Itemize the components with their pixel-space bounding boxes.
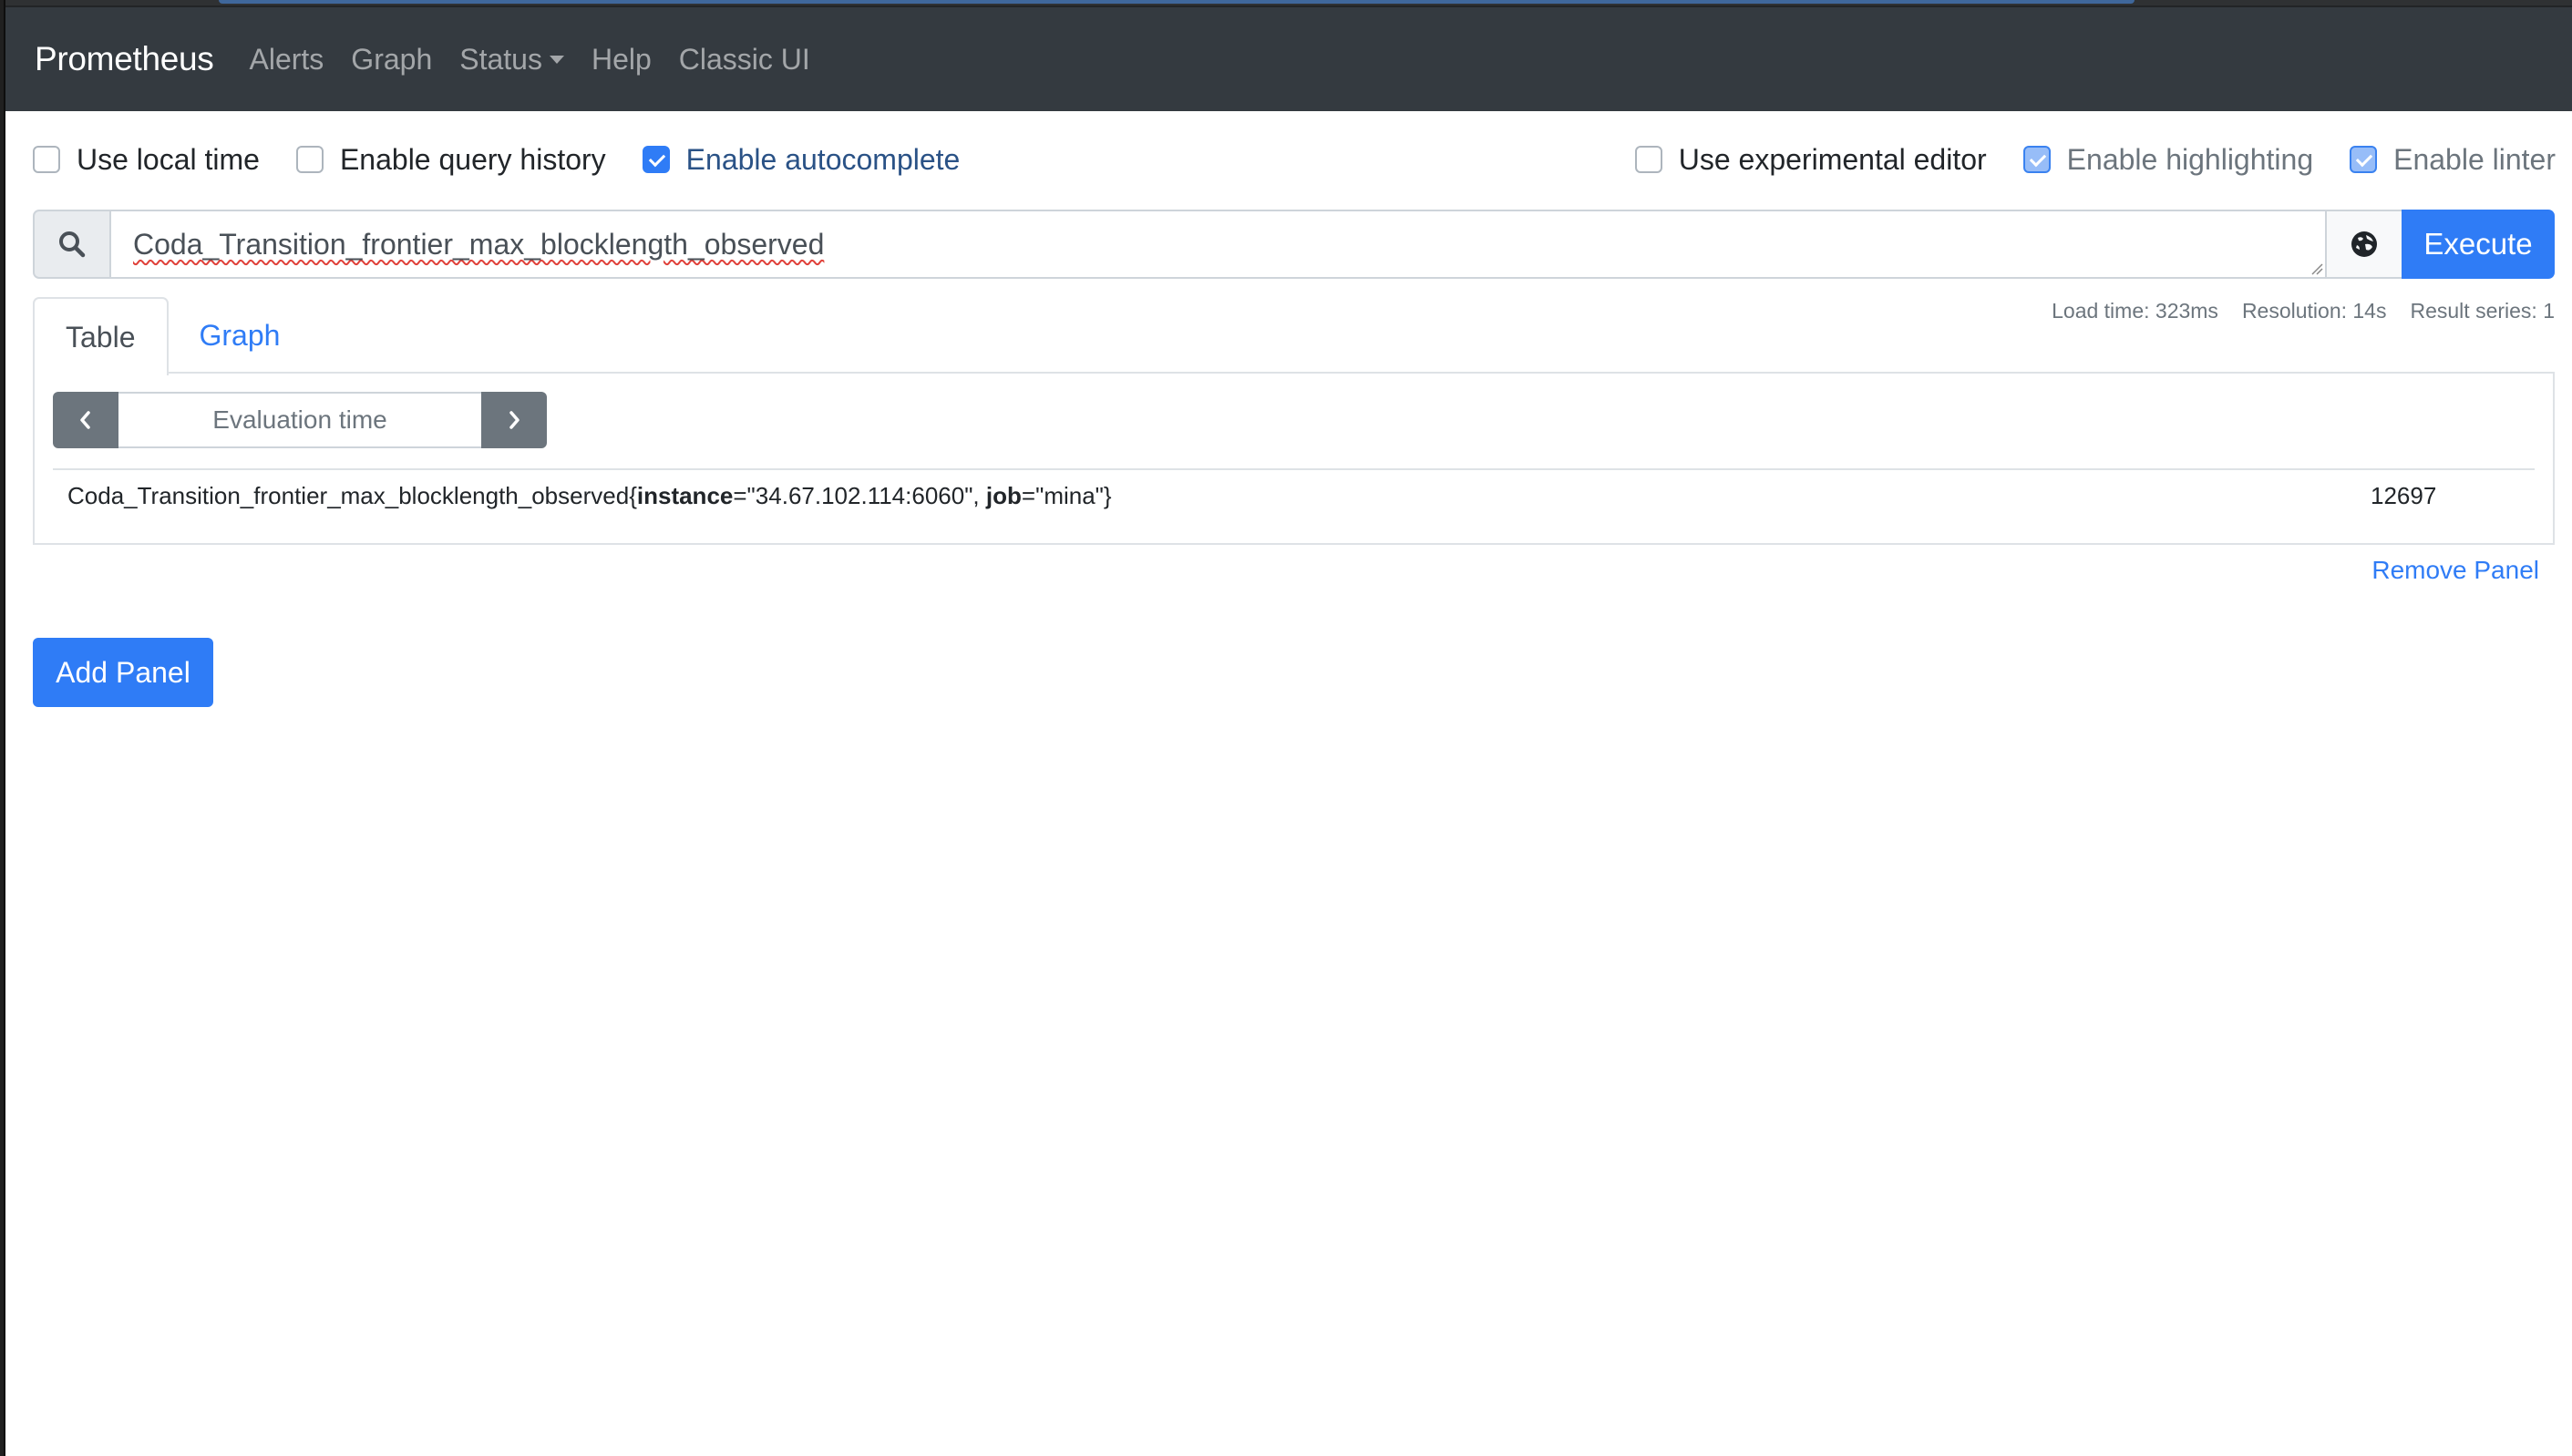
window-left-edge [0,0,5,1456]
query-stats: Load time: 323ms Resolution: 14s Result … [2028,299,2555,323]
remove-panel-link[interactable]: Remove Panel [2371,556,2539,585]
enable-query-history-option[interactable]: Enable query history [295,142,606,177]
browser-chrome-top [0,0,2572,7]
options-right: Use experimental editor Enable highlight… [1634,142,2556,177]
brand-logo[interactable]: Prometheus [35,40,214,78]
label-value: 34.67.102.114:6060 [755,481,965,509]
table-panel: Evaluation time Coda_Transition_frontier… [33,372,2555,545]
panel-tabs: Table Graph [33,297,312,375]
execute-button[interactable]: Execute [2402,210,2555,279]
use-experimental-editor-checkbox[interactable] [1634,146,1662,173]
use-local-time-label: Use local time [77,142,260,176]
add-panel-button[interactable]: Add Panel [33,638,213,707]
enable-linter-label: Enable linter [2393,142,2556,176]
metric-name: Coda_Transition_frontier_max_blocklength… [67,481,630,509]
evaluation-time-placeholder: Evaluation time [212,405,387,434]
nav-alerts[interactable]: Alerts [250,43,324,77]
metrics-explorer-button[interactable] [2327,210,2402,279]
search-icon-container [33,210,109,279]
use-local-time-checkbox[interactable] [33,146,60,173]
enable-autocomplete-label: Enable autocomplete [685,142,961,176]
nav-status-dropdown[interactable]: Status [459,43,564,77]
use-local-time-option[interactable]: Use local time [33,143,260,177]
nav-classic-ui-label: Classic UI [678,42,810,76]
use-experimental-editor-option[interactable]: Use experimental editor [1634,142,1987,177]
nav-help[interactable]: Help [592,43,652,77]
result-series: Result series: 1 [2410,299,2555,323]
expression-text: Coda_Transition_frontier_max_blocklength… [133,227,825,261]
enable-autocomplete-checkbox[interactable] [642,146,670,173]
eval-time-next-button[interactable] [481,392,547,448]
search-icon [59,231,86,258]
resolution: Resolution: 14s [2241,299,2387,323]
caret-down-icon [549,55,564,64]
label-name: instance [636,481,734,509]
evaluation-time-input[interactable]: Evaluation time [118,392,481,448]
label-value: mina [1044,481,1096,509]
series-name: Coda_Transition_frontier_max_blocklength… [67,481,1112,509]
table-row: Coda_Transition_frontier_max_blocklength… [53,470,2535,521]
chevron-left-icon [80,411,90,429]
nav-graph[interactable]: Graph [351,43,432,77]
top-navbar: Prometheus Alerts Graph Status Help Clas… [5,7,2572,111]
tab-table[interactable]: Table [33,297,169,375]
enable-highlighting-label: Enable highlighting [2066,142,2314,176]
nav-help-label: Help [591,42,652,76]
nav-classic-ui[interactable]: Classic UI [679,43,810,77]
load-time: Load time: 323ms [2052,299,2218,323]
enable-query-history-label: Enable query history [339,142,606,176]
expression-input[interactable]: Coda_Transition_frontier_max_blocklength… [109,210,2327,279]
enable-highlighting-checkbox[interactable] [2022,146,2051,173]
options-left: Use local time Enable query history Enab… [33,143,960,177]
nav-alerts-label: Alerts [249,42,324,76]
expression-input-group: Coda_Transition_frontier_max_blocklength… [33,210,2555,279]
nav-graph-label: Graph [351,42,433,76]
resize-handle-icon[interactable] [2310,262,2323,275]
enable-highlighting-option[interactable]: Enable highlighting [2022,142,2314,177]
browser-tab-strip [219,0,2135,4]
series-value: 12697 [2371,481,2437,509]
eval-time-prev-button[interactable] [53,392,118,448]
enable-linter-option[interactable]: Enable linter [2350,143,2556,177]
enable-linter-checkbox[interactable] [2350,146,2378,173]
tab-graph[interactable]: Graph [169,297,312,374]
enable-autocomplete-option[interactable]: Enable autocomplete [642,142,961,177]
result-table: Coda_Transition_frontier_max_blocklength… [53,468,2535,521]
label-name: job [985,481,1022,509]
enable-query-history-checkbox[interactable] [295,146,324,173]
globe-icon [2351,231,2377,257]
evaluation-time-group: Evaluation time [53,392,547,448]
options-row: Use local time Enable query history Enab… [33,137,2556,182]
chevron-right-icon [509,411,520,429]
nav-status-label: Status [459,42,542,76]
use-experimental-editor-label: Use experimental editor [1678,142,1987,176]
